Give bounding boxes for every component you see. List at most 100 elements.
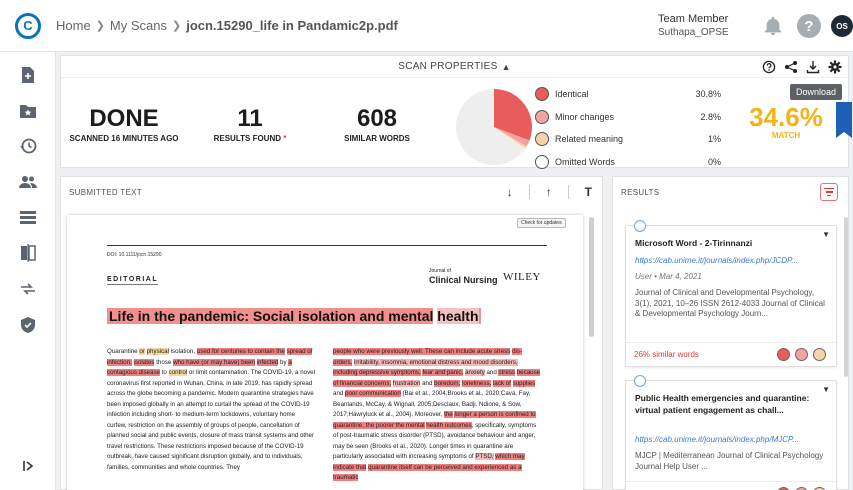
chevron-up-icon: ▲: [501, 61, 511, 72]
legend-label: Related meaning: [555, 134, 624, 145]
breadcrumb-current-file: jocn.15290_life in Pandamic2p.pdf: [186, 18, 398, 33]
chevron-right-icon: ❯: [95, 20, 105, 32]
scan-properties-panel: SCAN PROPERTIES ▲ DONE SCANNED 16 MINUTE…: [60, 55, 849, 169]
doc-title: Life in the pandemic: Social isolation a…: [107, 308, 481, 324]
scan-status-value: DONE: [89, 105, 159, 132]
similar-words-label: SIMILAR WORDS: [344, 134, 410, 143]
match-label: MATCH: [771, 131, 801, 140]
doc-column-right: people who were previously well. These c…: [333, 348, 541, 481]
list-icon[interactable]: [19, 208, 37, 226]
legend-value: 1%: [707, 134, 721, 145]
similar-words-value: 608: [356, 105, 398, 132]
chevron-right-icon: ❯: [171, 20, 182, 32]
similar-words: 608 SIMILAR WORDS: [335, 105, 419, 144]
match-score: 34.6% MATCH: [741, 103, 831, 140]
results-header: RESULTS: [621, 187, 660, 197]
scan-properties-header[interactable]: SCAN PROPERTIES ▲: [61, 56, 848, 78]
add-file-icon[interactable]: [19, 66, 37, 84]
result-similarity: 26% similar words: [634, 350, 699, 359]
check-for-updates-badge[interactable]: Check for updates: [517, 218, 566, 228]
compare-icon[interactable]: [19, 244, 37, 262]
caret-down-icon[interactable]: ▼: [822, 385, 830, 394]
download-tooltip: Download: [790, 84, 843, 100]
help-icon[interactable]: ?: [797, 14, 821, 38]
help-circle-icon[interactable]: [762, 60, 776, 74]
result-title[interactable]: Microsoft Word - 2-Tirinnanzi: [635, 237, 815, 249]
document-page[interactable]: Check for updates DOI: 10.1111/jocn.1529…: [67, 215, 583, 490]
scan-tools: [762, 60, 842, 74]
results-scrollbar[interactable]: [844, 217, 848, 377]
legend-label: Identical: [555, 89, 589, 100]
user-role: Team Member: [658, 13, 729, 25]
result-link[interactable]: https://cab.unime.it/journals/index.php/…: [635, 435, 820, 444]
results-found-value: 11: [237, 105, 263, 132]
match-percent: 34.6%: [749, 102, 823, 132]
result-card[interactable]: Microsoft Word - 2-Tirinnanzi ▼ https://…: [625, 220, 837, 367]
match-pie-chart: [456, 89, 532, 165]
scan-status: DONE SCANNED 16 MINUTES AGO: [65, 105, 183, 144]
match-legend: Identical 30.8% Minor changes 2.8% Related m…: [535, 83, 721, 173]
user-info[interactable]: Team Member Suthapa_OPSE: [658, 12, 729, 40]
users-icon[interactable]: [19, 173, 37, 191]
integrations-icon[interactable]: [19, 280, 37, 298]
folder-star-icon[interactable]: [19, 102, 37, 120]
result-description: MJCP | Mediterranean Journal of Clinical…: [635, 451, 824, 471]
history-icon[interactable]: [19, 137, 37, 155]
legend-item-omitted-words[interactable]: Omitted Words 0%: [535, 151, 721, 174]
breadcrumb-home[interactable]: Home: [56, 18, 91, 33]
breadcrumb-my-scans[interactable]: My Scans: [110, 18, 167, 33]
legend-value: 30.8%: [695, 89, 721, 100]
submitted-text-tools: ↓ ↑ T: [507, 185, 592, 199]
legend-item-minor-changes[interactable]: Minor changes 2.8%: [535, 106, 721, 129]
logo-icon: C: [15, 12, 41, 39]
result-title[interactable]: Public Health emergencies and quarantine…: [635, 392, 815, 416]
result-meta: User • Mar 4, 2021: [635, 272, 702, 281]
legend-label: Omitted Words: [555, 156, 615, 167]
legend-dot: [535, 154, 549, 169]
result-link[interactable]: https://cab.unime.it/journals/index.php/…: [635, 256, 820, 265]
shield-icon[interactable]: [19, 316, 37, 334]
globe-icon: [634, 220, 646, 232]
gear-icon[interactable]: [828, 60, 842, 74]
legend-dot: [535, 132, 549, 147]
results-found: 11 RESULTS FOUND *: [209, 105, 291, 144]
download-icon[interactable]: [806, 60, 820, 74]
top-bar: C Home ❯ My Scans ❯ jocn.15290_life in P…: [0, 0, 853, 52]
scan-status-label: SCANNED 16 MINUTES AGO: [69, 134, 179, 143]
legend-label: Minor changes: [555, 111, 615, 122]
doc-section: EDITORIAL: [107, 276, 159, 285]
expand-icon[interactable]: [19, 457, 37, 475]
avatar[interactable]: OS: [831, 15, 853, 37]
related-meaning-dot: [813, 348, 826, 361]
sidebar: [0, 52, 56, 490]
minor-changes-dot: [795, 348, 808, 361]
caret-down-icon[interactable]: ▼: [822, 230, 830, 239]
user-name: Suthapa_OPSE: [658, 27, 729, 38]
result-description: Journal of Clinical and Developmental Ps…: [635, 288, 825, 318]
identical-dot: [777, 348, 790, 361]
arrow-down-icon[interactable]: ↓: [507, 185, 513, 199]
legend-dot: [535, 87, 549, 102]
result-match-dots: [777, 348, 826, 361]
filter-icon[interactable]: [820, 183, 838, 201]
publisher-logo: WILEY: [503, 271, 541, 283]
bell-icon[interactable]: [762, 14, 784, 38]
arrow-up-icon[interactable]: ↑: [546, 185, 552, 199]
legend-item-identical[interactable]: Identical 30.8%: [535, 83, 721, 106]
tool-divider: [528, 185, 530, 199]
scan-properties-title: SCAN PROPERTIES: [398, 61, 498, 72]
share-icon[interactable]: [784, 60, 798, 74]
document-scrollbar[interactable]: [589, 217, 594, 337]
legend-dot: [535, 109, 549, 124]
journal-name: Journal of Clinical Nursing: [429, 268, 498, 285]
doc-doi: DOI: 10.1111/jocn.15290: [107, 252, 162, 258]
results-panel: RESULTS Microsoft Word - 2-Tirinnanzi ▼ …: [612, 176, 849, 490]
doc-column-left: Quarantine or physical isolation, used f…: [107, 348, 315, 471]
tool-divider: [567, 185, 569, 199]
legend-item-related-meaning[interactable]: Related meaning 1%: [535, 128, 721, 151]
header-rule: [107, 245, 547, 246]
result-card[interactable]: Public Health emergencies and quarantine…: [625, 375, 837, 490]
text-format-icon[interactable]: T: [585, 185, 592, 199]
bookmark-icon: [836, 102, 852, 138]
app-logo[interactable]: C: [0, 12, 56, 39]
